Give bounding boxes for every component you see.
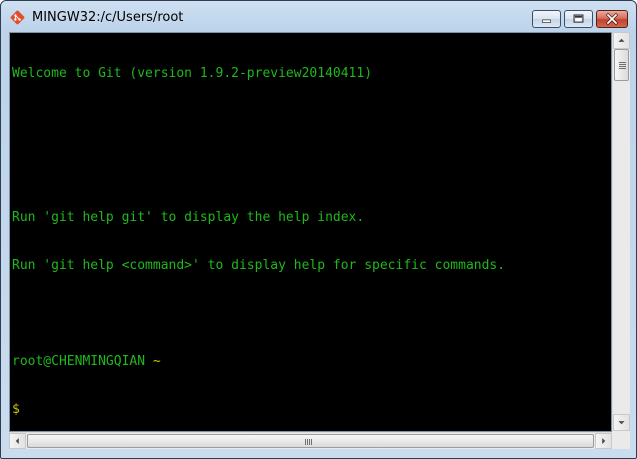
prompt-symbol: $ [12,402,20,417]
scroll-up-button[interactable] [613,32,630,49]
title-bar[interactable]: MINGW32:/c/Users/root [1,1,636,33]
console-area[interactable]: Welcome to Git (version 1.9.2-preview201… [9,32,612,432]
output-line-blank [12,162,505,178]
grip-line [311,439,312,445]
minimize-button[interactable] [532,10,561,28]
grip-line [619,66,626,67]
input-line[interactable]: $ [12,402,505,418]
grip-line [619,62,626,63]
maximize-icon [573,14,584,23]
grip-line [619,64,626,65]
minimize-icon [542,19,551,23]
maximize-button[interactable] [564,10,593,28]
horizontal-scrollbar[interactable] [9,432,612,449]
vertical-scrollbar[interactable] [612,32,630,432]
prompt-user-host: root@CHENMINGQIAN [12,354,146,369]
horizontal-scroll-thumb[interactable] [27,434,594,448]
git-logo-icon [10,10,25,25]
window-title: MINGW32:/c/Users/root [32,10,184,25]
close-button[interactable] [596,10,628,28]
grip-line [309,439,310,445]
output-line-help-index: Run 'git help git' to display the help i… [12,210,365,225]
grip-line [305,439,306,445]
vertical-scroll-thumb[interactable] [614,49,629,81]
git-bash-window: MINGW32:/c/Users/root Welcome to Git (ve… [0,0,637,459]
output-line-blank [12,306,505,322]
output-line-help-command: Run 'git help <command>' to display help… [12,258,506,273]
arrow-up-icon [618,38,625,42]
resize-corner[interactable] [612,432,630,449]
scroll-left-button[interactable] [9,433,26,449]
terminal-output: Welcome to Git (version 1.9.2-preview201… [12,34,506,431]
prompt-path: ~ [152,354,161,369]
grip-line [619,68,626,69]
close-icon [605,12,619,26]
output-line-blank [12,114,505,130]
scroll-right-button[interactable] [595,433,612,449]
arrow-right-icon [602,437,606,445]
prompt-line: root@CHENMINGQIAN ~ [12,354,505,370]
output-line-welcome: Welcome to Git (version 1.9.2-preview201… [12,66,373,81]
grip-line [307,439,308,445]
arrow-down-icon [618,421,625,425]
arrow-left-icon [15,437,19,445]
scroll-down-button[interactable] [613,414,630,431]
